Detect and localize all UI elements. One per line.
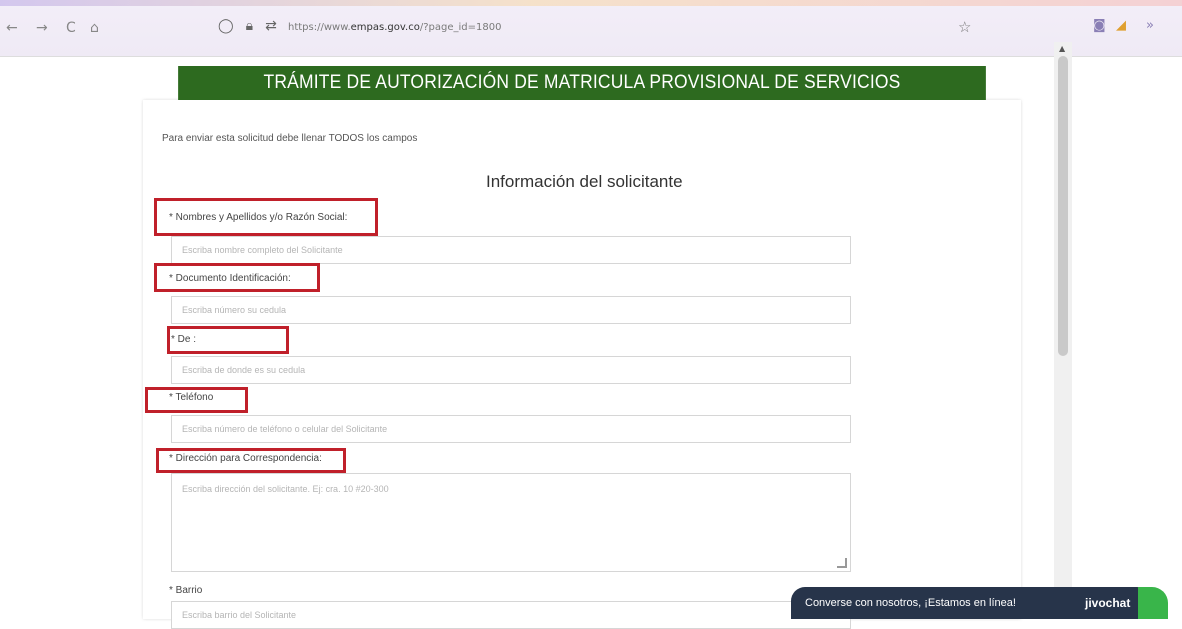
lock-icon[interactable]: 🔒︎ (246, 18, 253, 34)
highlight-nombres (154, 198, 378, 236)
page-scrollbar[interactable]: ▲ (1054, 42, 1072, 619)
telefono-input[interactable] (172, 416, 850, 442)
chat-status-icon[interactable] (1138, 587, 1168, 619)
nombres-field[interactable] (171, 236, 851, 264)
de-field[interactable] (171, 356, 851, 384)
highlight-de (167, 326, 289, 354)
barrio-field[interactable] (171, 601, 851, 629)
nombres-input[interactable] (172, 237, 850, 263)
barrio-input[interactable] (172, 602, 850, 628)
url-domain: empas.gov.co (350, 22, 420, 33)
chat-text: Converse con nosotros, ¡Estamos en línea… (805, 597, 1016, 609)
pocket-icon[interactable]: ◙ (1093, 18, 1106, 33)
documento-input[interactable] (172, 297, 850, 323)
highlight-documento (154, 263, 320, 292)
scroll-up-icon[interactable]: ▲ (1059, 44, 1065, 53)
reload-icon[interactable]: C (66, 20, 76, 36)
de-input[interactable] (172, 357, 850, 383)
home-icon[interactable]: ⌂ (90, 20, 99, 36)
direccion-textarea[interactable] (172, 474, 850, 571)
resize-handle-icon[interactable] (837, 558, 847, 568)
address-icons: ◯ 🔒︎ ⇄ (218, 18, 277, 34)
url-suffix: /?page_id=1800 (419, 22, 502, 33)
extension-icon[interactable]: ◢ (1116, 18, 1126, 33)
section-title: Información del solicitante (486, 172, 683, 191)
forward-icon[interactable]: → (36, 20, 48, 36)
overflow-menu-icon[interactable]: » (1146, 18, 1154, 33)
permissions-icon[interactable]: ⇄ (265, 18, 277, 34)
highlight-direccion (156, 448, 346, 473)
highlight-telefono (145, 387, 248, 413)
bookmark-star-icon[interactable]: ☆ (958, 18, 971, 36)
url-prefix: https://www. (288, 22, 351, 33)
label-barrio: * Barrio (169, 585, 203, 596)
telefono-field[interactable] (171, 415, 851, 443)
chat-brand-logo: jivochat (1085, 596, 1131, 610)
toolbar-glow (0, 0, 1182, 6)
shield-icon[interactable]: ◯ (218, 18, 234, 34)
form-intro: Para enviar esta solicitud debe llenar T… (162, 133, 418, 144)
chat-widget[interactable]: Converse con nosotros, ¡Estamos en línea… (791, 587, 1151, 619)
scroll-thumb[interactable] (1058, 56, 1068, 356)
documento-field[interactable] (171, 296, 851, 324)
direccion-field[interactable] (171, 473, 851, 572)
address-bar[interactable]: https://www.empas.gov.co/?page_id=1800 (288, 22, 501, 33)
browser-toolbar: ← → C ⌂ ◯ 🔒︎ ⇄ https://www.empas.gov.co/… (0, 0, 1182, 57)
form-header: TRÁMITE DE AUTORIZACIÓN DE MATRICULA PRO… (178, 66, 986, 100)
back-icon[interactable]: ← (6, 20, 18, 36)
